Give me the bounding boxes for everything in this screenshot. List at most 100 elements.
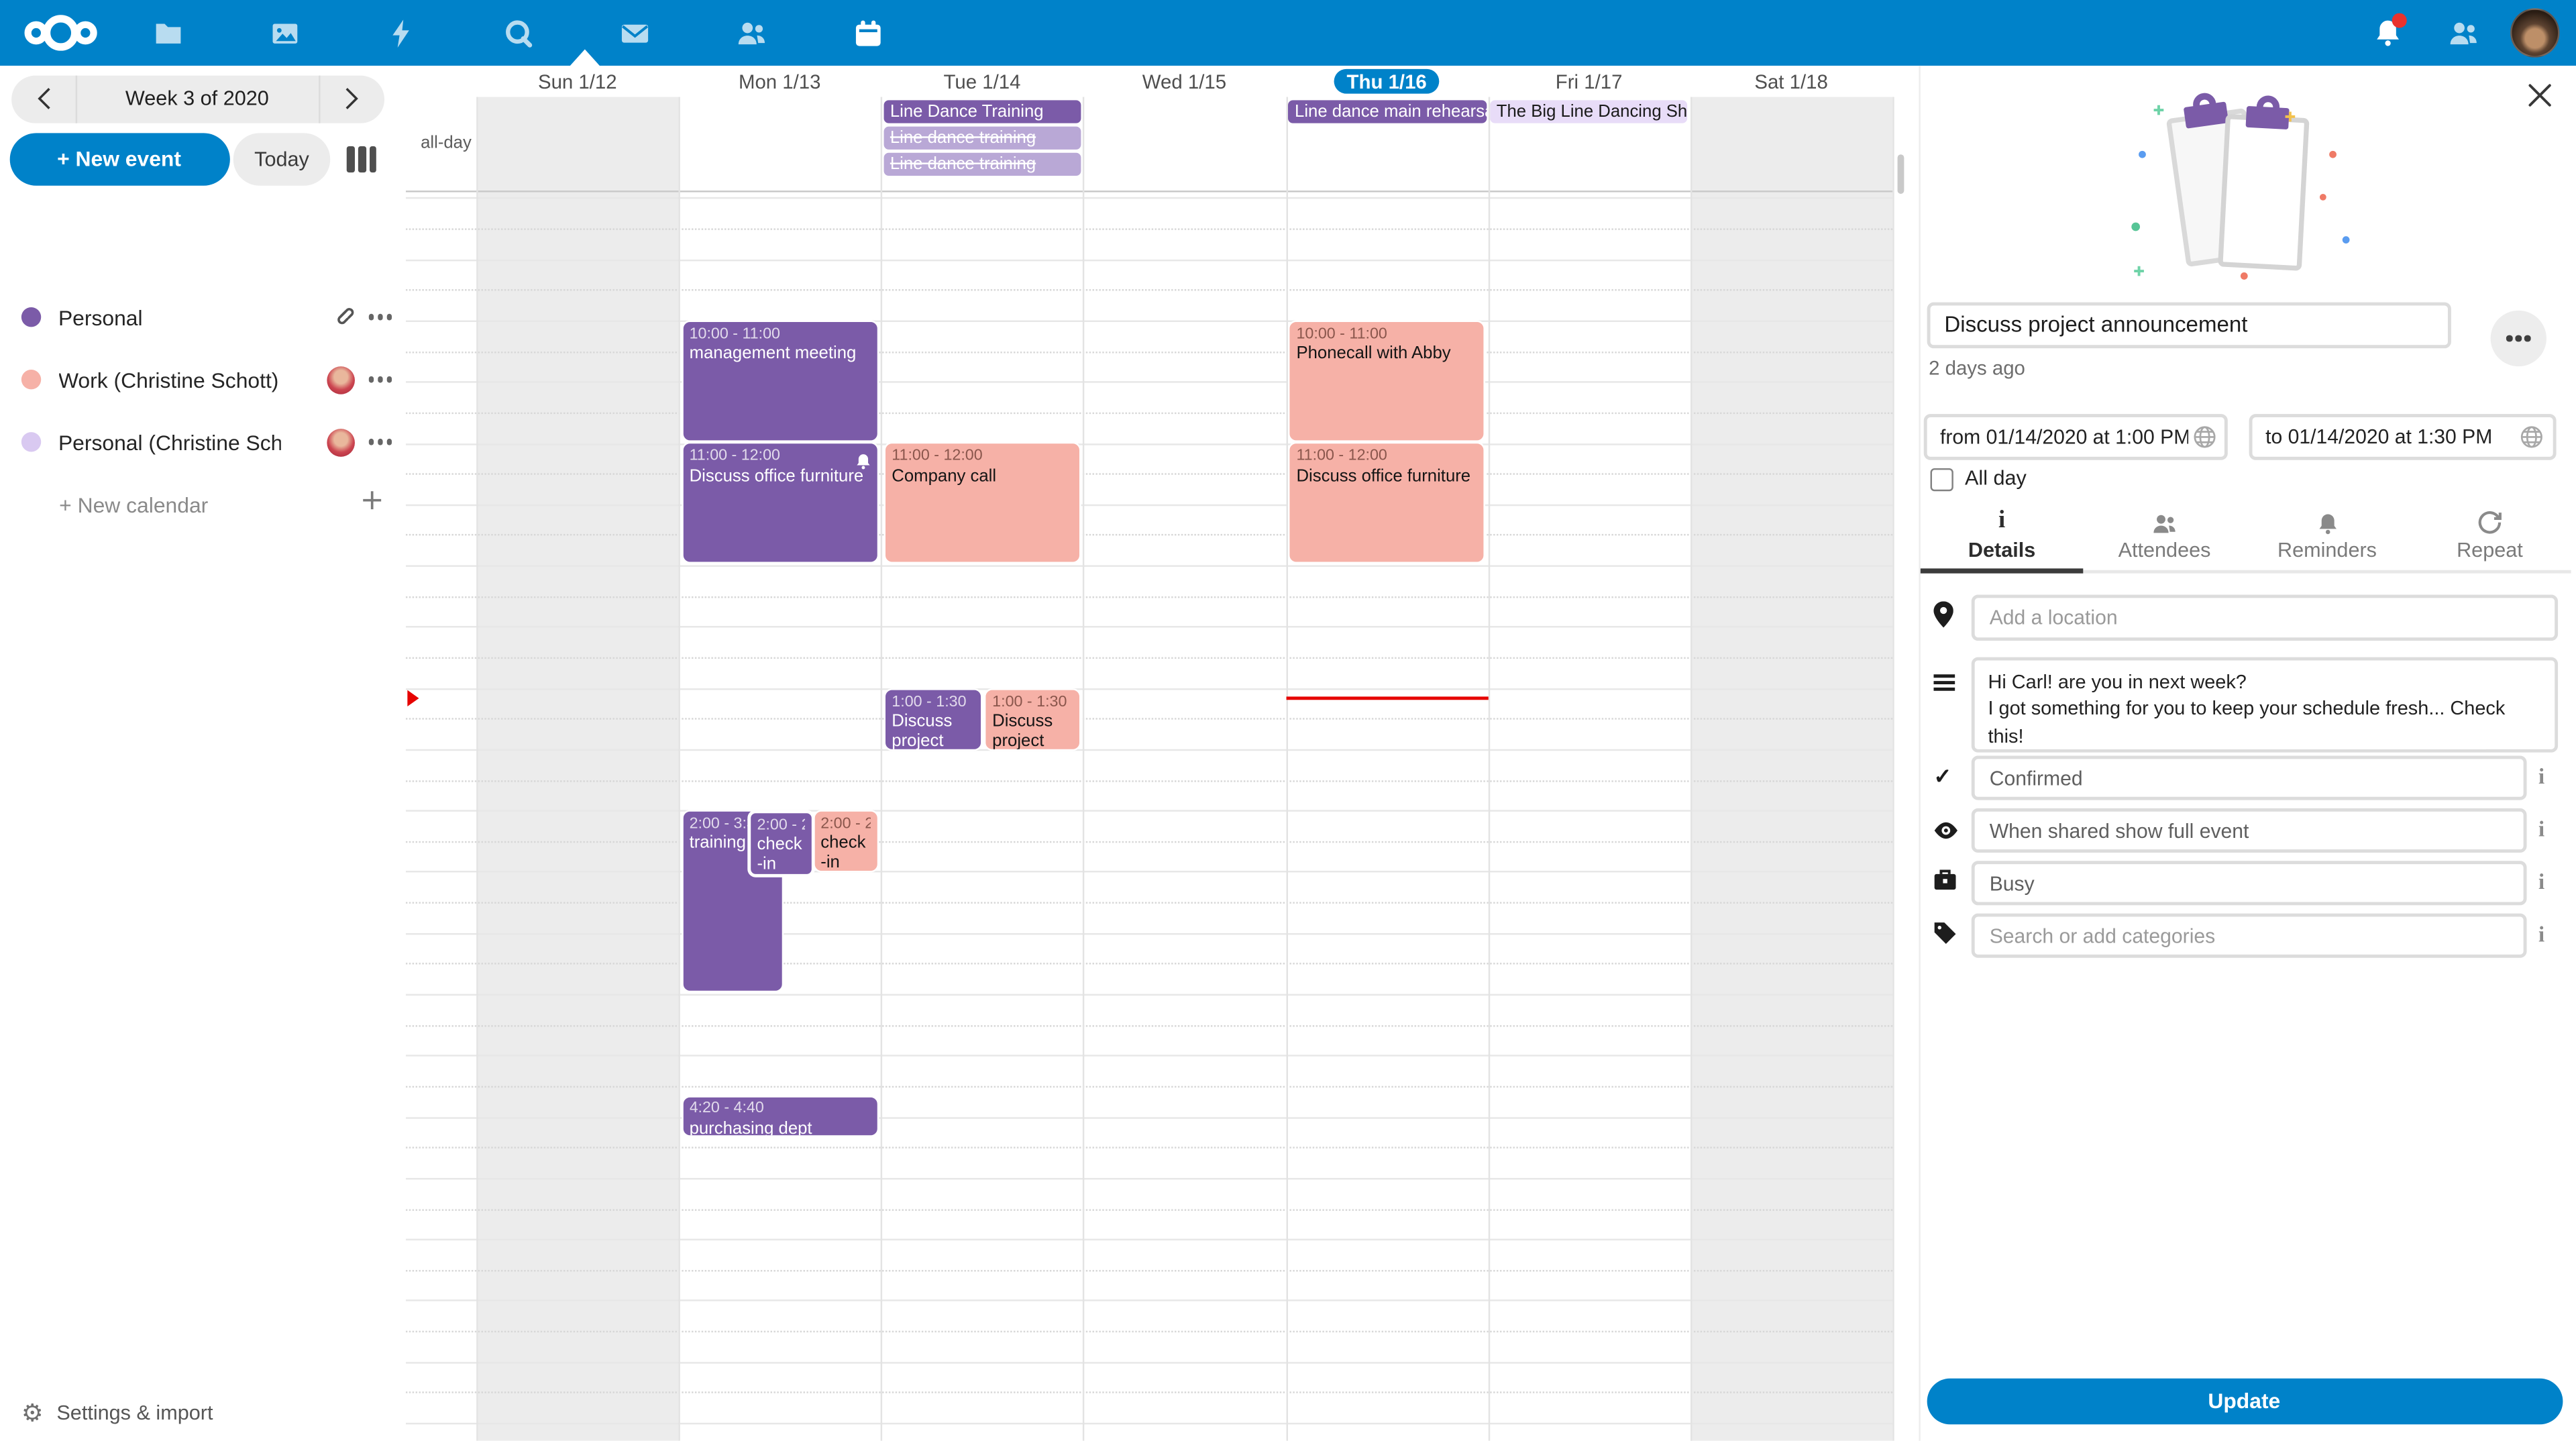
grid-scrollbar[interactable] xyxy=(1896,154,1904,194)
allday-event[interactable]: Line dance main rehearsal xyxy=(1288,100,1486,123)
top-navbar xyxy=(0,0,2576,66)
user-avatar[interactable] xyxy=(2510,8,2559,57)
status-select[interactable] xyxy=(1972,756,2527,800)
app-sidebar: Week 3 of 2020 + New event Today Persona… xyxy=(0,66,406,1441)
contacts-menu-icon[interactable] xyxy=(2434,0,2490,66)
activity-icon[interactable] xyxy=(365,0,437,66)
notifications-bell-icon[interactable] xyxy=(2359,0,2415,66)
new-calendar-button[interactable]: + New calendar xyxy=(0,482,406,528)
event-company-call[interactable]: 11:00 - 12:00Company call xyxy=(883,442,1081,564)
week-label[interactable]: Week 3 of 2020 xyxy=(74,76,319,123)
reminder-bell-icon xyxy=(855,449,870,478)
start-datetime-input[interactable] xyxy=(1924,414,2228,459)
close-icon[interactable] xyxy=(2527,82,2557,111)
allday-event-declined[interactable]: Line dance training xyxy=(883,126,1081,150)
event-check-in-salmon[interactable]: 2:00 - 2:30check-in xyxy=(812,810,878,872)
quarter-gridline xyxy=(406,1270,1892,1271)
calendar-name: Personal xyxy=(58,305,143,329)
talk-icon[interactable] xyxy=(482,0,554,66)
contacts-icon[interactable] xyxy=(714,0,787,66)
event-actions-button[interactable] xyxy=(2491,311,2546,366)
hour-gridline xyxy=(406,1362,1892,1363)
mail-icon[interactable] xyxy=(598,0,670,66)
allday-event[interactable]: The Big Line Dancing Show xyxy=(1490,100,1688,123)
nextcloud-logo[interactable] xyxy=(23,11,99,62)
visibility-select[interactable] xyxy=(1972,808,2527,853)
week-view-toggle-icon[interactable] xyxy=(347,146,377,172)
event-discuss-office-furniture-mon[interactable]: 11:00 - 12:00Discuss office furniture xyxy=(681,442,878,564)
info-icon[interactable]: i xyxy=(2532,922,2551,948)
timezone-globe-icon[interactable] xyxy=(2193,425,2216,457)
calendar-color-dot xyxy=(21,432,40,451)
location-input[interactable] xyxy=(1972,595,2558,641)
allday-event-declined[interactable]: Line dance training xyxy=(883,152,1081,176)
time-gutter: 9am9:30am10am10:30am11am11:30am12pm12:30… xyxy=(406,66,472,1441)
tag-icon xyxy=(1933,922,1956,953)
freebusy-select[interactable] xyxy=(1972,861,2527,905)
event-check-in-purple[interactable]: 2:00 - 2:30check-in xyxy=(747,810,814,878)
calendar-actions-icon[interactable] xyxy=(377,314,383,320)
settings-import-button[interactable]: ⚙ Settings & import xyxy=(21,1398,213,1428)
day-header-sun[interactable]: Sun 1/12 xyxy=(476,69,678,94)
details-icon: i xyxy=(1998,509,2005,535)
day-header-fri[interactable]: Fri 1/17 xyxy=(1488,69,1690,94)
day-header-thu-today[interactable]: Thu 1/16 xyxy=(1286,69,1488,94)
tab-details[interactable]: i Details xyxy=(1921,506,2083,570)
tab-reminders[interactable]: Reminders xyxy=(2246,506,2408,570)
description-icon xyxy=(1933,670,1955,700)
day-header-tue[interactable]: Tue 1/14 xyxy=(881,69,1083,94)
all-day-checkbox[interactable] xyxy=(1931,468,1953,490)
next-week-button[interactable] xyxy=(319,76,384,123)
event-purchasing-dept[interactable]: 4:20 - 4:40purchasing dept xyxy=(681,1096,878,1136)
quarter-gridline xyxy=(406,780,1892,781)
new-event-button[interactable]: + New event xyxy=(9,133,229,184)
event-discuss-project[interactable]: 1:00 - 1:30Discuss project xyxy=(984,688,1080,750)
today-button[interactable]: Today xyxy=(233,133,330,184)
shared-by-avatar xyxy=(326,366,354,394)
files-icon[interactable] xyxy=(131,0,204,66)
hour-gridline xyxy=(406,932,1892,934)
allday-row-label: all-day xyxy=(406,133,472,152)
tab-repeat[interactable]: Repeat xyxy=(2408,506,2571,570)
quarter-gridline xyxy=(406,657,1892,659)
day-column-divider xyxy=(679,96,680,1441)
event-discuss-project-announcement[interactable]: 1:00 - 1:30Discuss project announcement xyxy=(883,688,983,750)
categories-input[interactable] xyxy=(1972,914,2527,958)
hour-gridline xyxy=(406,1239,1892,1240)
timezone-globe-icon[interactable] xyxy=(2520,425,2543,457)
day-header-mon[interactable]: Mon 1/13 xyxy=(679,69,881,94)
description-textarea[interactable]: Hi Carl! are you in next week? I got som… xyxy=(1972,657,2558,753)
day-header-sat[interactable]: Sat 1/18 xyxy=(1690,69,1892,94)
info-icon[interactable]: i xyxy=(2532,869,2551,896)
last-modified-label: 2 days ago xyxy=(1929,356,2025,379)
calendar-item-personal-christine[interactable]: Personal (Christine Scho…) xyxy=(0,419,406,465)
calendar-actions-icon[interactable] xyxy=(377,376,383,382)
hour-gridline xyxy=(406,1055,1892,1057)
hour-gridline xyxy=(406,320,1892,321)
previous-week-button[interactable] xyxy=(11,76,75,123)
day-header-wed[interactable]: Wed 1/15 xyxy=(1083,69,1285,94)
day-column-divider xyxy=(476,96,478,1441)
info-icon[interactable]: i xyxy=(2532,816,2551,843)
update-button[interactable]: Update xyxy=(1926,1379,2562,1424)
hour-gridline xyxy=(406,1300,1892,1301)
current-time-line xyxy=(1287,696,1488,700)
info-icon[interactable]: i xyxy=(2532,764,2551,790)
tab-attendees[interactable]: Attendees xyxy=(2083,506,2245,570)
share-link-icon[interactable] xyxy=(331,301,354,333)
event-management-meeting[interactable]: 10:00 - 11:00management meeting xyxy=(681,320,878,441)
calendar-item-personal[interactable]: Personal xyxy=(0,294,406,340)
hour-gridline xyxy=(406,1116,1892,1118)
notification-badge xyxy=(2392,13,2407,28)
status-check-icon: ✓ xyxy=(1933,764,1951,790)
quarter-gridline xyxy=(406,1208,1892,1210)
event-phonecall-with-abby[interactable]: 10:00 - 11:00Phonecall with Abby xyxy=(1288,320,1485,441)
photos-icon[interactable] xyxy=(248,0,321,66)
event-discuss-office-furniture-thu[interactable]: 11:00 - 12:00Discuss office furniture xyxy=(1288,442,1485,564)
calendar-actions-icon[interactable] xyxy=(377,439,383,445)
event-title-input[interactable] xyxy=(1926,303,2450,348)
calendar-item-work-christine[interactable]: Work (Christine Schott) xyxy=(0,356,406,403)
end-datetime-input[interactable] xyxy=(2249,414,2557,459)
allday-event[interactable]: Line Dance Training xyxy=(883,100,1081,123)
calendar-app-icon[interactable] xyxy=(831,0,904,66)
